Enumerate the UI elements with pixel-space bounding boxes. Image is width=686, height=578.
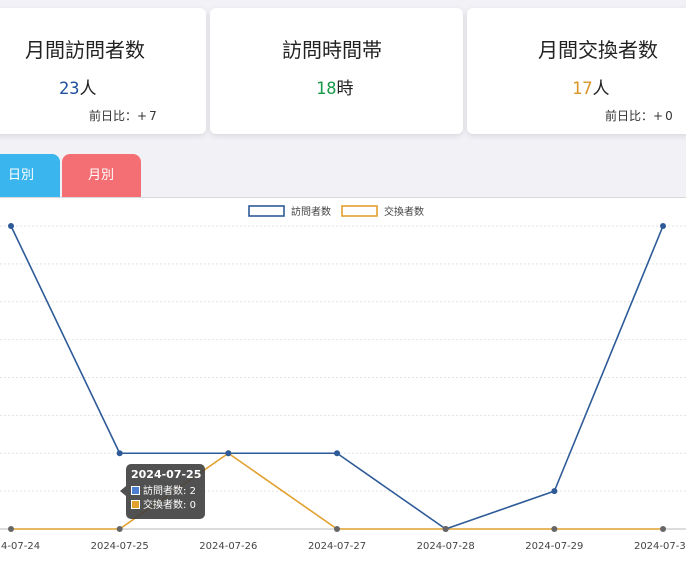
tooltip-swatch-exchangers <box>131 500 140 509</box>
data-point <box>334 450 341 457</box>
data-point <box>116 450 123 457</box>
tooltip-date: 2024-07-25 <box>131 468 202 481</box>
data-point <box>225 450 232 457</box>
data-point <box>116 526 123 532</box>
data-point <box>8 223 14 229</box>
data-point <box>442 526 449 532</box>
tooltip-visitors-value: 2 <box>189 486 196 497</box>
x-tick-label: 2024-07-28 <box>417 541 475 552</box>
x-tick-label: 2024-07-25 <box>91 541 149 552</box>
x-tick-label: 2024-07-27 <box>308 541 366 552</box>
tooltip-visitors-label: 訪問者数 <box>143 486 183 497</box>
legend-label: 交換者数 <box>384 205 424 218</box>
x-tick-label: 2024-07-29 <box>525 541 583 552</box>
legend-swatch <box>341 205 378 217</box>
tooltip-swatch-visitors <box>131 486 140 495</box>
x-tick-label: 2024-07-26 <box>199 541 257 552</box>
tooltip-row-exchangers: 交換者数: 0 <box>131 499 205 513</box>
x-tick-label: 2024-07-24 <box>0 541 40 552</box>
data-point <box>334 526 341 532</box>
data-point <box>8 526 14 532</box>
data-point <box>660 223 667 229</box>
tooltip-row-visitors: 訪問者数: 2 <box>131 485 205 499</box>
tooltip-exchangers-label: 交換者数 <box>143 500 183 511</box>
tooltip-exchangers-value: 0 <box>189 500 196 511</box>
legend-swatch <box>248 205 285 217</box>
x-tick-label: 2024-07-30 <box>634 541 686 552</box>
data-point <box>551 526 558 532</box>
legend-label: 訪問者数 <box>291 205 331 218</box>
data-point <box>660 526 667 532</box>
data-point <box>551 488 558 495</box>
chart-tooltip: 2024-07-25 訪問者数: 2 交換者数: 0 <box>120 464 205 519</box>
line-chart[interactable]: 2024-07-24 2024-07-25 2024-07-26 2024-07-27… <box>0 0 686 578</box>
